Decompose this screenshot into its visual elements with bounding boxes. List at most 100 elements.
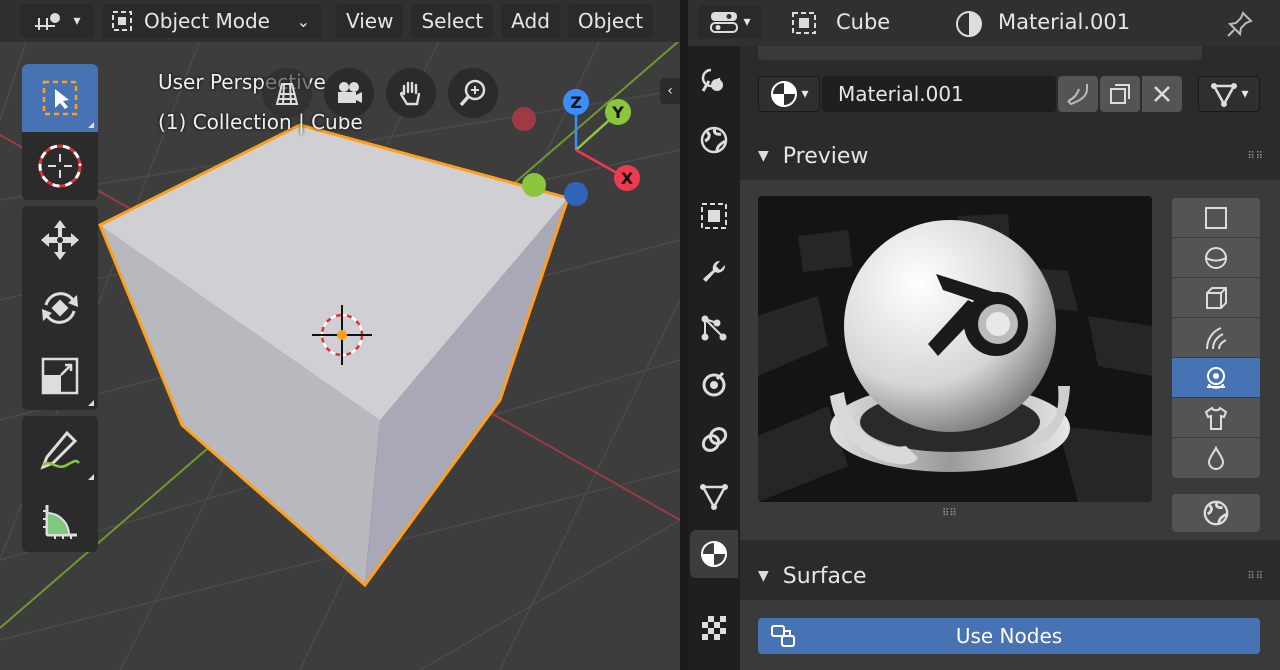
use-nodes-button[interactable]: Use Nodes — [758, 618, 1260, 654]
unlink-material-button[interactable] — [1142, 76, 1182, 112]
zoom-view-button[interactable] — [448, 68, 498, 118]
object-name-label: Cube — [836, 10, 891, 34]
tab-modifiers[interactable] — [690, 248, 738, 296]
y-axis-label: Y — [611, 103, 624, 122]
chevron-down-icon: ▾ — [73, 13, 81, 29]
tool-group-annotate — [22, 416, 98, 552]
duplicate-material-button[interactable] — [1100, 76, 1140, 112]
camera-view-button[interactable] — [324, 68, 374, 118]
particles-icon — [701, 315, 727, 341]
properties-header: ▾ Cube Material.001 — [688, 0, 1280, 46]
sidebar-toggle-chevron-icon[interactable]: ‹ — [660, 78, 680, 104]
sphere-icon — [1205, 246, 1227, 269]
collapse-triangle-icon: ▼ — [758, 148, 769, 164]
editor-type-button[interactable]: ▾ — [698, 5, 762, 39]
fake-user-shield-icon — [1067, 84, 1088, 106]
zoom-icon — [459, 79, 486, 107]
tool-shelf — [22, 64, 98, 558]
preview-panel-title: Preview — [782, 143, 869, 169]
blender-window: ▾ Object Mode ⌄ View Select Add Object U… — [0, 0, 1280, 670]
pin-icon[interactable] — [1226, 10, 1254, 38]
preview-flat-button[interactable] — [1172, 198, 1260, 238]
rotate-icon — [42, 292, 78, 324]
cursor-tool[interactable] — [22, 132, 98, 200]
rotate-tool[interactable] — [22, 274, 98, 342]
pan-view-button[interactable] — [386, 68, 436, 118]
tab-object-data[interactable] — [690, 472, 738, 520]
tab-world[interactable] — [690, 116, 738, 164]
tool-options-corner-icon — [88, 122, 94, 128]
measure-tool[interactable] — [22, 484, 98, 552]
tool-options-corner-icon — [88, 474, 94, 480]
preview-resize-grip-icon[interactable]: ⠿⠿ — [942, 508, 957, 519]
object-mode-dropdown[interactable]: Object Mode ⌄ — [102, 4, 322, 38]
material-datablock-row: ▾ Material.001 ▾ — [758, 76, 1260, 112]
tool-options-corner-icon — [88, 400, 94, 406]
object-icon — [792, 12, 816, 34]
neg-x-axis-handle[interactable] — [512, 107, 536, 131]
browse-material-button[interactable]: ▾ — [758, 76, 820, 112]
material-name-field[interactable]: Material.001 — [822, 76, 1056, 112]
preview-sphere-button[interactable] — [1172, 238, 1260, 278]
object-menu[interactable]: Object — [567, 4, 654, 38]
neg-z-axis-handle[interactable] — [564, 182, 588, 206]
camera-icon — [338, 82, 362, 103]
constraints-icon — [701, 427, 728, 452]
cursor-icon — [38, 144, 82, 188]
tab-constraints[interactable] — [690, 416, 738, 464]
drag-grip-icon[interactable]: ⠿⠿ — [1247, 151, 1264, 162]
preview-cube-button[interactable] — [1172, 278, 1260, 318]
cube-icon — [1206, 286, 1227, 309]
physics-icon — [702, 371, 726, 397]
move-tool[interactable] — [22, 206, 98, 274]
surface-panel-title: Surface — [782, 563, 867, 589]
preview-world-button[interactable] — [1172, 494, 1260, 532]
mesh-data-icon — [700, 484, 728, 510]
material-preview-render — [758, 196, 1152, 502]
preview-panel-header[interactable]: ▼ Preview ⠿⠿ — [740, 132, 1280, 180]
tab-material[interactable] — [690, 530, 738, 578]
toggle-view-button[interactable] — [262, 68, 312, 118]
tab-render[interactable] — [690, 56, 738, 104]
tool-group-transform — [22, 206, 98, 410]
editor-type-button[interactable]: ▾ — [20, 4, 94, 38]
shirt-icon — [1204, 405, 1228, 430]
tab-particles[interactable] — [690, 304, 738, 352]
link-type-dropdown[interactable]: ▾ — [1198, 76, 1260, 112]
drag-grip-icon[interactable]: ⠿⠿ — [1247, 571, 1264, 582]
tab-object[interactable] — [690, 192, 738, 240]
preview-cloth-button[interactable] — [1172, 398, 1260, 438]
preview-fluid-button[interactable] — [1172, 438, 1260, 478]
navigation-gizmo[interactable]: Z Y X — [500, 84, 650, 210]
duplicate-icon — [1110, 84, 1130, 104]
node-tree-icon — [771, 625, 795, 647]
select-menu[interactable]: Select — [411, 4, 494, 38]
droplet-icon — [1207, 445, 1225, 470]
z-axis-label: Z — [570, 93, 582, 112]
object-mode-icon — [112, 11, 132, 31]
material-icon — [701, 541, 727, 567]
tab-texture[interactable] — [690, 604, 738, 652]
tab-physics[interactable] — [690, 360, 738, 408]
view-menu[interactable]: View — [336, 4, 404, 38]
neg-y-axis-handle[interactable] — [522, 173, 546, 197]
3d-viewport[interactable]: ▾ Object Mode ⌄ View Select Add Object U… — [0, 0, 680, 670]
preview-shaderball-button[interactable] — [1172, 358, 1260, 398]
fake-user-button[interactable] — [1058, 76, 1098, 112]
select-box-tool[interactable] — [22, 64, 98, 132]
grid-icon — [275, 83, 299, 105]
render-icon — [701, 68, 723, 92]
material-properties: ▾ Material.001 ▾ ▼ Preview ⠿⠿ ⠿⠿ ▼ Surfa… — [740, 46, 1280, 670]
chevron-down-icon: ▾ — [743, 14, 751, 30]
annotate-tool[interactable] — [22, 416, 98, 484]
area-divider[interactable] — [680, 0, 688, 670]
scale-tool[interactable] — [22, 342, 98, 410]
pencil-icon — [40, 430, 80, 470]
tool-group-select — [22, 64, 98, 200]
add-menu[interactable]: Add — [501, 4, 560, 38]
shaderball-icon — [1207, 366, 1225, 389]
preview-hair-button[interactable] — [1172, 318, 1260, 358]
surface-panel-header[interactable]: ▼ Surface ⠿⠿ — [740, 552, 1280, 600]
editor-type-icon — [35, 13, 61, 30]
wrench-icon — [703, 260, 726, 282]
